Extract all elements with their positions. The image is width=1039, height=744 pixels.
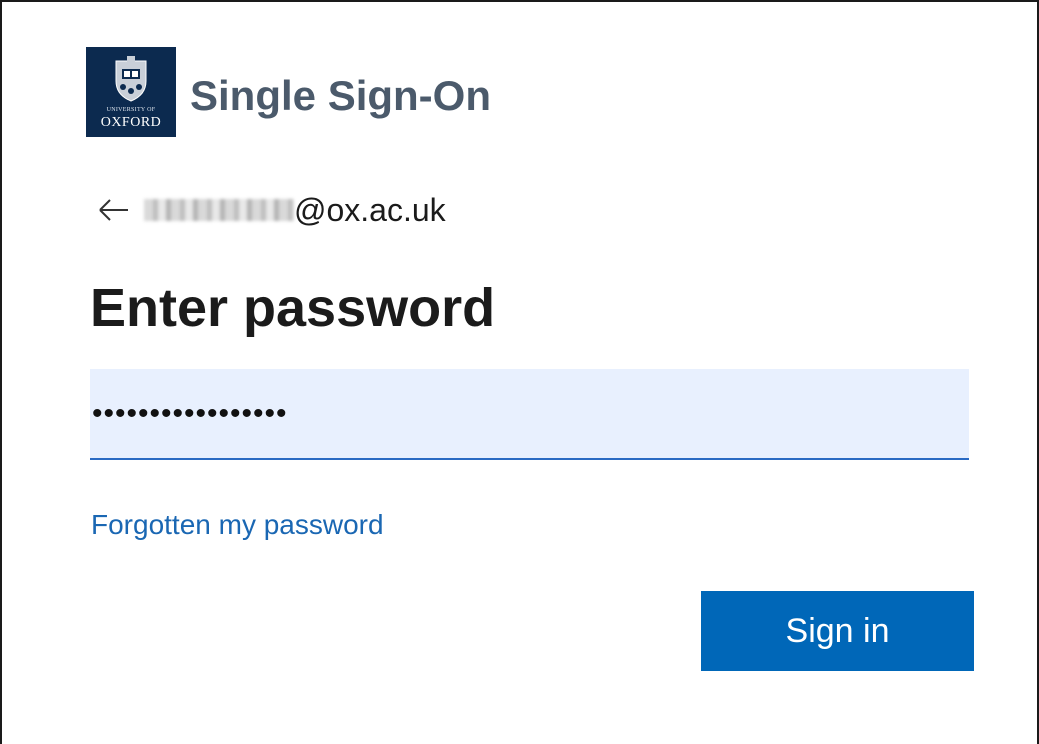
identity-row: @ox.ac.uk [98, 188, 446, 232]
brand-title: Single Sign-On [190, 72, 491, 119]
forgotten-password-link[interactable]: Forgotten my password [91, 505, 384, 545]
password-input[interactable] [90, 369, 969, 460]
logo-oxford-text: OXFORD [100, 115, 162, 130]
oxford-crest-icon [115, 56, 147, 102]
oxford-logo: UNIVERSITY OF OXFORD [86, 47, 176, 137]
email-domain: @ox.ac.uk [294, 192, 446, 228]
email-username-redacted [144, 199, 294, 221]
sign-in-button[interactable]: Sign in [701, 591, 974, 671]
logo-university-of-text: UNIVERSITY OF [106, 107, 156, 113]
back-arrow-icon[interactable] [98, 188, 134, 232]
page-heading: Enter password [90, 278, 496, 338]
sign-in-dialog: UNIVERSITY OF OXFORD Single Sign-On @ox.… [0, 0, 1039, 744]
